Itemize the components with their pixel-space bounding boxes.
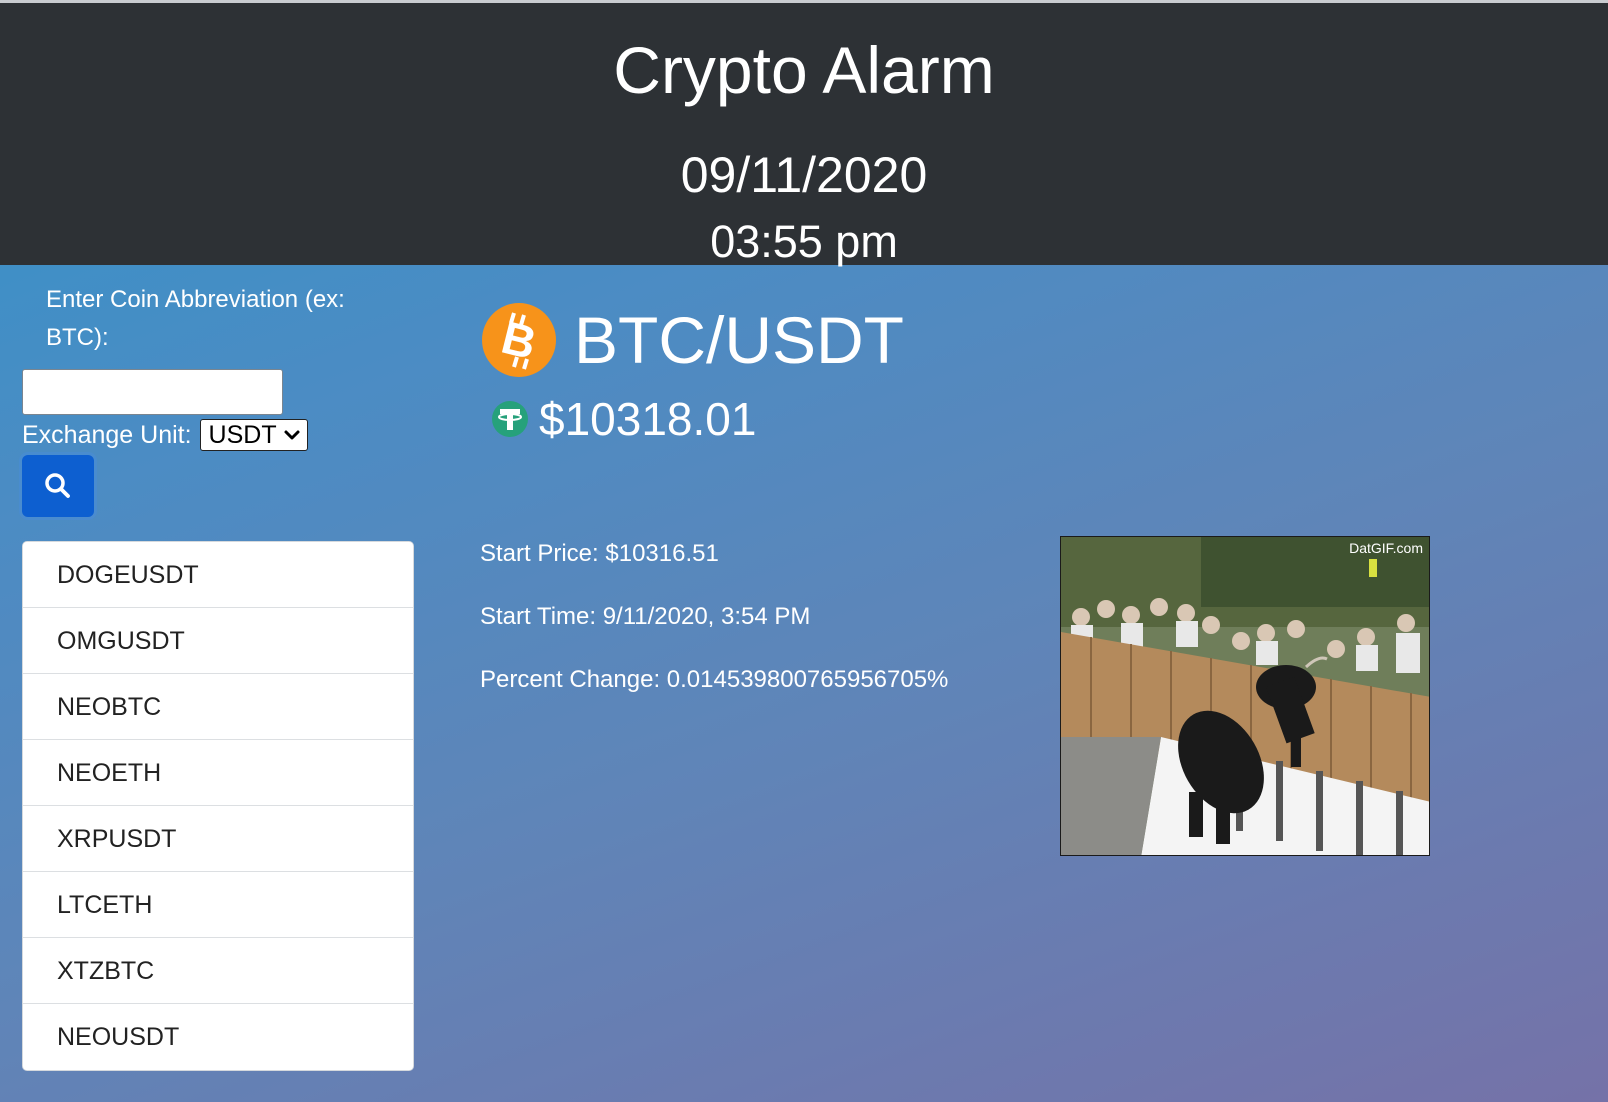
page-title: Crypto Alarm [613, 33, 995, 107]
exchange-unit-value: USDT [208, 421, 277, 449]
current-price: $10318.01 [539, 393, 757, 445]
coin-list-item[interactable]: LTCETH [23, 872, 413, 938]
coin-list-item[interactable]: NEOUSDT [23, 1004, 413, 1070]
search-button[interactable] [22, 455, 94, 517]
chevron-down-icon [284, 430, 300, 440]
coin-list-item[interactable]: NEOETH [23, 740, 413, 806]
exchange-unit-select[interactable]: USDT [199, 419, 308, 451]
start-price: Start Price: $10316.51 [480, 540, 719, 567]
coin-list-item[interactable]: DOGEUSDT [23, 542, 413, 608]
app-header: Crypto Alarm 09/11/2020 03:55 pm [0, 0, 1608, 267]
current-date: 09/11/2020 [680, 147, 928, 203]
exchange-unit-row: Exchange Unit: USDT [22, 418, 308, 452]
coin-list-item[interactable]: OMGUSDT [23, 608, 413, 674]
coin-abbreviation-input[interactable] [22, 369, 283, 415]
pair-title: BTC/USDT [574, 303, 904, 377]
tether-icon [492, 401, 528, 437]
start-time: Start Time: 9/11/2020, 3:54 PM [480, 603, 811, 630]
gif-watermark: DatGIF.com [1349, 540, 1423, 556]
bitcoin-icon: B [482, 303, 556, 377]
coin-list-item[interactable]: XTZBTC [23, 938, 413, 1004]
price-row: $10318.01 [491, 392, 756, 446]
percent-change: Percent Change: 0.014539800765956705% [480, 666, 949, 693]
bull-gif-image: DatGIF.com [1061, 537, 1429, 855]
pair-heading: B BTC/USDT [480, 300, 904, 380]
price-details: Start Price: $10316.51 Start Time: 9/11/… [480, 540, 948, 729]
coin-list-item[interactable]: NEOBTC [23, 674, 413, 740]
coin-list-item[interactable]: XRPUSDT [23, 806, 413, 872]
coin-abbreviation-label: Enter Coin Abbreviation (ex: BTC): [46, 286, 345, 351]
current-time: 03:55 pm [710, 216, 898, 267]
exchange-unit-label: Exchange Unit: [22, 420, 192, 449]
saved-coins-list: DOGEUSDT OMGUSDT NEOBTC NEOETH XRPUSDT LTCETH… [22, 541, 414, 1071]
reaction-gif: DatGIF.com [1060, 536, 1430, 856]
search-icon [45, 473, 70, 498]
